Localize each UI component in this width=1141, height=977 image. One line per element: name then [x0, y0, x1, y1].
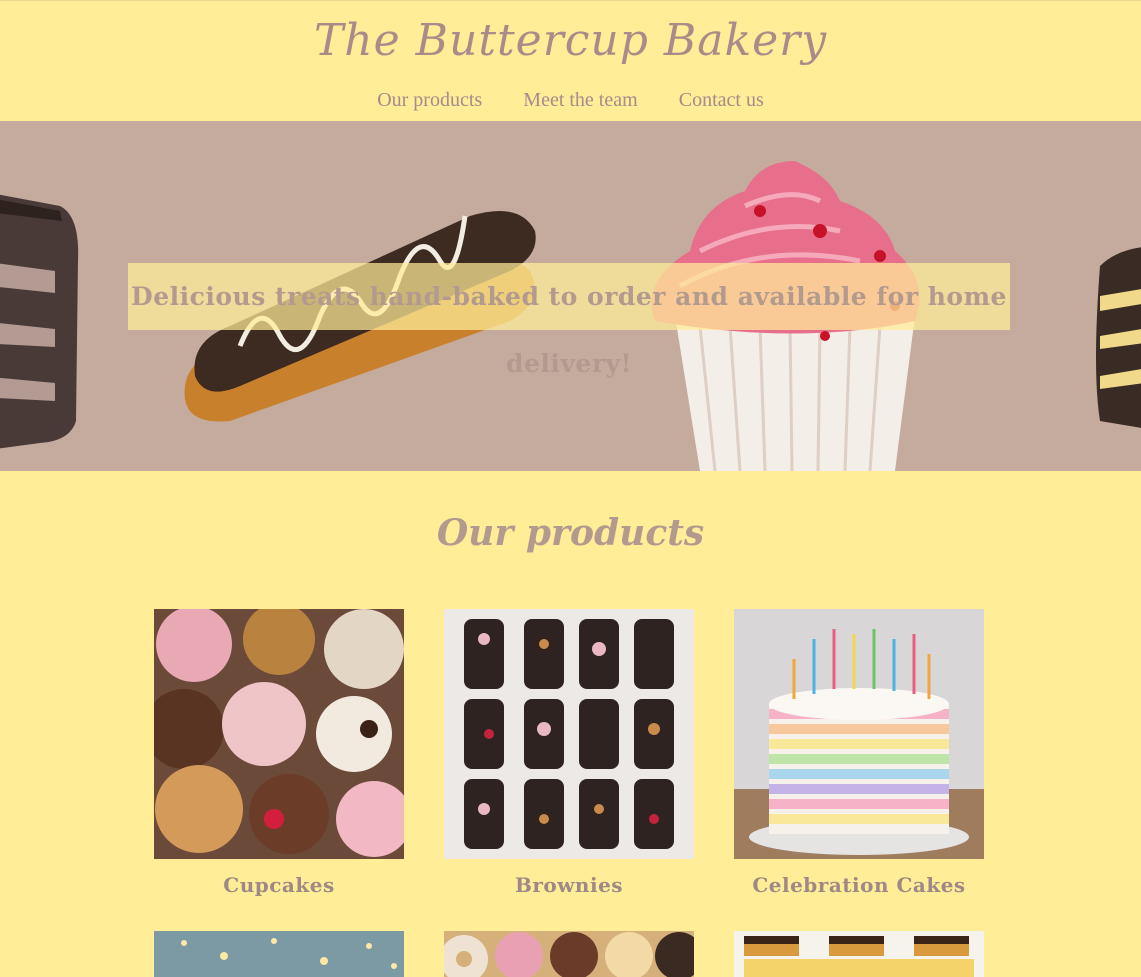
- cake-slice-left-illustration: [0, 194, 79, 449]
- product-image-cupcakes[interactable]: [154, 609, 404, 859]
- product-image-row2-col3[interactable]: [734, 931, 984, 977]
- main-nav: Our products Meet the team Contact us: [0, 89, 1141, 112]
- cake-slice-right-illustration: [1096, 247, 1141, 428]
- nav-link-contact-us[interactable]: Contact us: [679, 89, 764, 112]
- site-header: The Buttercup Bakery Our products Meet t…: [0, 0, 1141, 121]
- product-image-row2-col2[interactable]: [444, 931, 694, 977]
- product-image-row2-col1[interactable]: [154, 931, 404, 977]
- nav-link-our-products[interactable]: Our products: [377, 89, 482, 112]
- product-label-brownies[interactable]: Brownies: [444, 873, 694, 897]
- donuts-photo: [444, 931, 694, 977]
- cupcakes-photo: [154, 609, 404, 859]
- product-image-brownies[interactable]: [444, 609, 694, 859]
- products-section-title: Our products: [436, 512, 705, 554]
- brownies-photo: [444, 609, 694, 859]
- product-label-cupcakes[interactable]: Cupcakes: [154, 873, 404, 897]
- caramel-slices-photo: [734, 931, 984, 977]
- hero-tagline: Delicious treats hand-baked to order and…: [128, 263, 1010, 378]
- hero-banner-image: Delicious treats hand-baked to order and…: [0, 121, 1141, 471]
- product-label-celebration-cakes[interactable]: Celebration Cakes: [734, 873, 984, 897]
- product-image-celebration-cakes[interactable]: [734, 609, 984, 859]
- nav-link-meet-the-team[interactable]: Meet the team: [523, 89, 637, 112]
- site-logo[interactable]: The Buttercup Bakery: [0, 15, 1141, 66]
- celebration-cake-photo: [734, 609, 984, 859]
- sparkle-lights-photo: [154, 931, 404, 977]
